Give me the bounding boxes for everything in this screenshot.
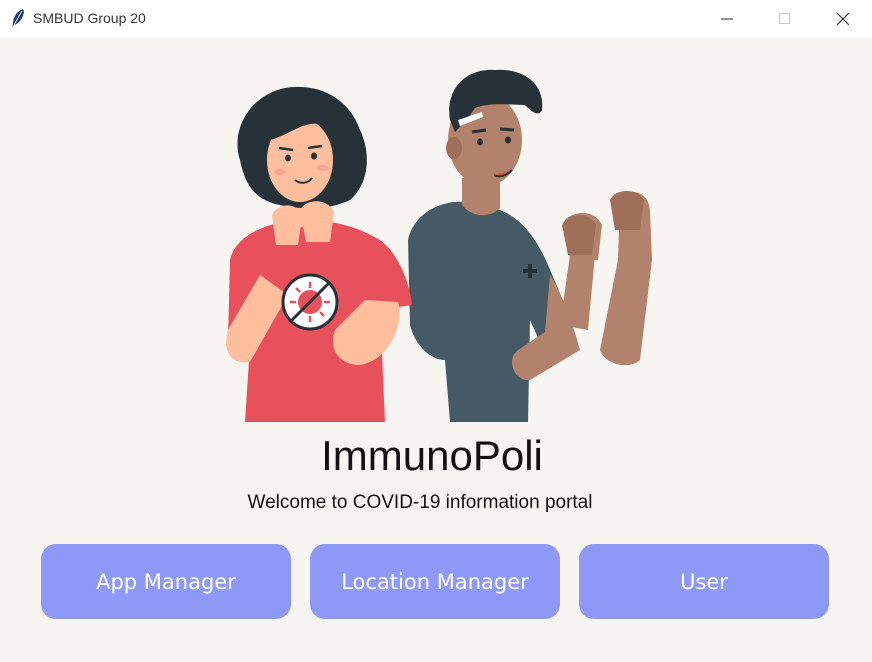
feather-icon	[10, 8, 26, 28]
hero-illustration	[226, 69, 652, 422]
welcome-subtitle: Welcome to COVID-19 information portal	[247, 492, 593, 513]
man-figure	[408, 69, 652, 422]
woman-figure	[226, 86, 412, 422]
minimize-icon	[721, 18, 733, 20]
minimize-button[interactable]	[698, 0, 756, 38]
app-manager-button[interactable]: App Manager	[41, 544, 291, 619]
maximize-button[interactable]	[756, 0, 814, 38]
maximize-icon	[779, 13, 790, 24]
user-button[interactable]: User	[579, 544, 829, 619]
close-button[interactable]	[814, 0, 872, 38]
title-bar: SMBUD Group 20	[0, 0, 872, 38]
app-window: SMBUD Group 20 ImmunoPoli Welcome to COV…	[0, 0, 872, 662]
app-title: ImmunoPoli	[321, 432, 543, 479]
location-manager-button[interactable]: Location Manager	[310, 544, 560, 619]
window-title: SMBUD Group 20	[33, 10, 146, 26]
close-icon	[837, 13, 849, 25]
